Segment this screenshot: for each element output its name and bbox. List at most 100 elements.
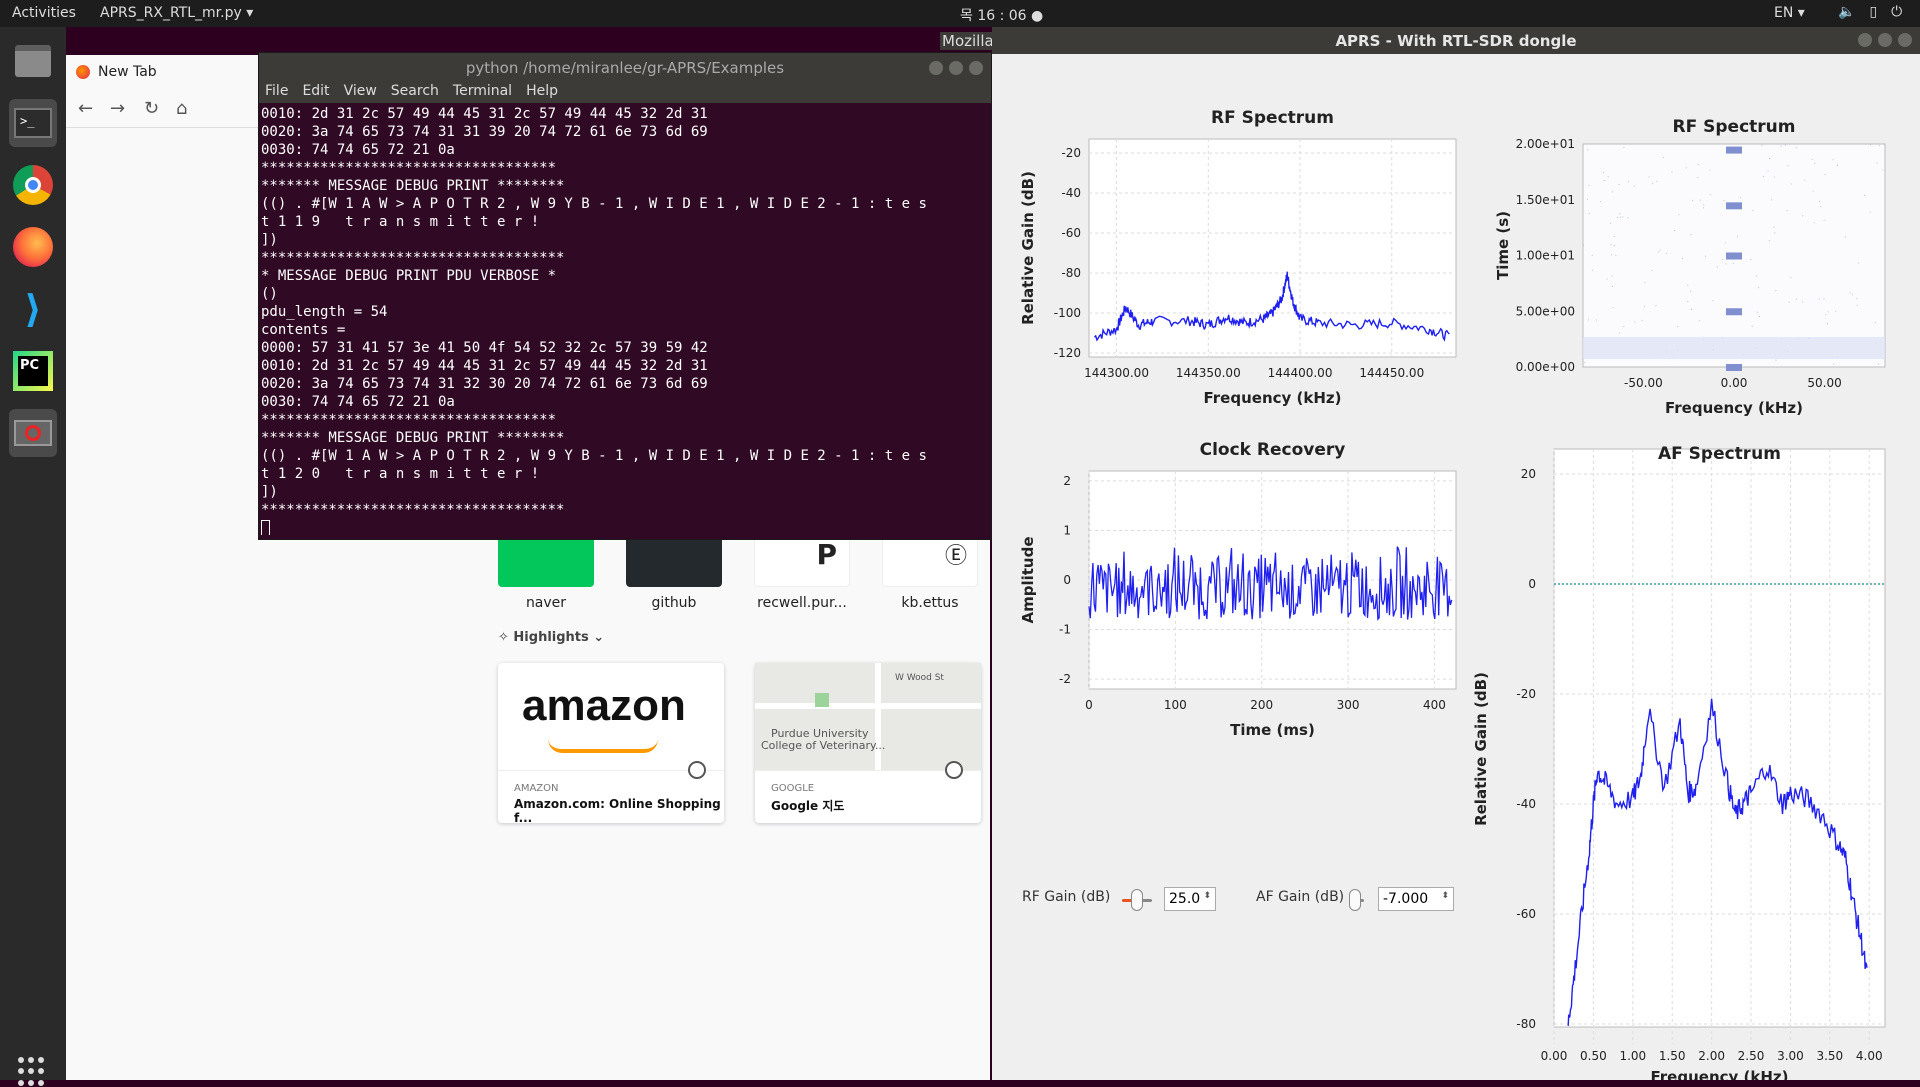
minimize-icon[interactable]	[929, 61, 943, 75]
terminal-line: t 1 1 9 t r a n s m i t t e r !	[261, 214, 540, 230]
noise-dot	[1849, 292, 1851, 294]
terminal-icon[interactable]: >_	[9, 99, 57, 147]
back-icon[interactable]: ←	[78, 98, 93, 119]
clock-icon	[688, 761, 706, 779]
noise-dot	[1762, 175, 1764, 177]
noise-dot	[1788, 301, 1790, 303]
noise-dot	[1685, 167, 1687, 169]
volume-icon: 🔈	[1838, 4, 1856, 20]
top-site-tile[interactable]: naver	[498, 537, 594, 611]
menu-view[interactable]: View	[344, 83, 377, 103]
noise-dot	[1657, 251, 1659, 253]
noise-dot	[1825, 314, 1827, 316]
grc-app-icon[interactable]	[9, 409, 57, 457]
menu-search[interactable]: Search	[391, 83, 439, 103]
noise-dot	[1700, 199, 1702, 201]
af-gain-spinbox[interactable]: -7.000 ⬍	[1378, 887, 1454, 911]
rf-gain-spinbox[interactable]: 25.0 ⬍	[1164, 887, 1216, 911]
noise-dot	[1613, 235, 1615, 237]
noise-dot	[1583, 244, 1585, 246]
map-street-label: W Wood St	[895, 673, 944, 683]
y-tick-label: -2	[1059, 672, 1071, 686]
top-site-tile[interactable]: github	[626, 537, 722, 611]
close-icon[interactable]	[1898, 33, 1912, 47]
close-icon[interactable]	[969, 61, 983, 75]
menu-file[interactable]: File	[265, 83, 288, 103]
spin-arrows-icon[interactable]: ⬍	[1441, 891, 1449, 901]
noise-dot	[1623, 326, 1625, 328]
vscode-icon[interactable]: ⟩	[9, 285, 57, 333]
ettus-logo: Ⓔ	[882, 537, 978, 587]
y-tick-label: 1.50e+01	[1516, 193, 1575, 207]
rf-gain-knob[interactable]	[1131, 889, 1143, 911]
app-menu[interactable]: APRS_RX_RTL_mr.py ▾	[100, 5, 253, 21]
tile-label: naver	[525, 595, 567, 611]
show-applications-icon[interactable]	[18, 1057, 48, 1087]
noise-dot	[1606, 278, 1608, 280]
top-site-tile[interactable]: P recwell.pur...	[754, 537, 850, 611]
maximize-icon[interactable]	[949, 61, 963, 75]
maximize-icon[interactable]	[1878, 33, 1892, 47]
noise-dot	[1844, 236, 1846, 238]
tab-new-tab[interactable]: New Tab	[66, 55, 266, 90]
chevron-down-icon: ⌄	[588, 630, 605, 645]
noise-dot	[1607, 176, 1609, 178]
menu-help[interactable]: Help	[526, 83, 558, 103]
noise-dot	[1618, 183, 1620, 185]
noise-dot	[1662, 156, 1664, 158]
y-axis-label: Relative Gain (dB)	[1019, 171, 1037, 325]
x-tick-label: 200	[1250, 698, 1273, 712]
noise-dot	[1687, 300, 1689, 302]
af-gain-knob[interactable]	[1348, 889, 1361, 911]
spin-arrows-icon[interactable]: ⬍	[1203, 891, 1211, 901]
noise-dot	[1751, 325, 1753, 327]
terminal-titlebar[interactable]: python /home/miranlee/gr-APRS/Examples	[259, 53, 991, 83]
top-site-tile[interactable]: Ⓔ kb.ettus	[882, 537, 978, 611]
x-tick-label: 4.00	[1856, 1049, 1883, 1063]
aprs-titlebar[interactable]: APRS - With RTL-SDR dongle	[992, 27, 1920, 54]
home-icon[interactable]: ⌂	[176, 98, 187, 119]
noise-dot	[1619, 213, 1621, 215]
packet-burst	[1726, 146, 1742, 154]
system-tray[interactable]: 🔈 ▯ ⏻	[1838, 4, 1902, 20]
noise-dot	[1802, 301, 1804, 303]
noise-dot	[1627, 181, 1629, 183]
clock-icon	[945, 761, 963, 779]
noise-dot	[1671, 171, 1673, 173]
files-icon[interactable]	[9, 37, 57, 85]
x-tick-label: 50.00	[1807, 376, 1841, 390]
terminal-line: ******* MESSAGE DEBUG PRINT ********	[261, 178, 565, 194]
reload-icon[interactable]: ↻	[144, 98, 159, 119]
terminal-line: 0020: 3a 74 65 73 74 31 31 39 20 74 72 6…	[261, 124, 708, 140]
terminal-window[interactable]: python /home/miranlee/gr-APRS/Examples F…	[258, 52, 992, 540]
language-indicator[interactable]: EN ▾	[1774, 5, 1805, 21]
clock[interactable]: 목 16 : 06 ●	[960, 5, 1043, 25]
naver-logo	[498, 537, 594, 587]
y-tick-label: -80	[1061, 266, 1081, 280]
forward-icon[interactable]: →	[110, 98, 125, 119]
activities-button[interactable]: Activities	[12, 5, 76, 21]
noise-dot	[1623, 146, 1625, 148]
highlights-heading[interactable]: ✧ Highlights ⌄	[498, 630, 604, 645]
noise-dot	[1736, 236, 1738, 238]
pycharm-icon[interactable]: PC	[9, 347, 57, 395]
noise-dot	[1723, 200, 1725, 202]
x-tick-label: 3.50	[1816, 1049, 1843, 1063]
x-tick-label: 144350.00	[1176, 366, 1241, 380]
noise-dot	[1617, 217, 1619, 219]
terminal-output[interactable]: 0010: 2d 31 2c 57 49 44 45 31 2c 57 49 4…	[259, 103, 991, 535]
noise-dot	[1878, 363, 1880, 365]
firefox-icon[interactable]	[9, 223, 57, 271]
highlight-card[interactable]: amazon AMAZON Amazon.com: Online Shoppin…	[498, 663, 724, 825]
packet-burst	[1726, 364, 1742, 371]
highlight-card[interactable]: W Wood St Purdue University College of V…	[755, 663, 981, 823]
chrome-icon[interactable]	[9, 161, 57, 209]
noise-dot	[1874, 322, 1876, 324]
noise-dot	[1709, 194, 1711, 196]
minimize-icon[interactable]	[1858, 33, 1872, 47]
noise-dot	[1652, 183, 1654, 185]
menu-edit[interactable]: Edit	[302, 83, 329, 103]
terminal-line: ***********************************	[261, 160, 557, 176]
plot-area	[1553, 448, 1886, 1028]
menu-terminal[interactable]: Terminal	[453, 83, 512, 103]
